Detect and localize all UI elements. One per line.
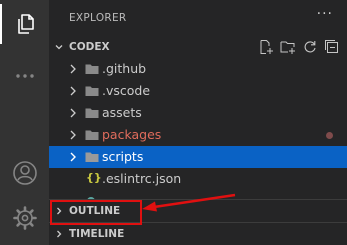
chevron-right-icon: [68, 129, 78, 144]
workspace-section-header[interactable]: CODEX: [49, 36, 347, 58]
explorer-title: EXPLORER: [69, 12, 127, 24]
workspace-actions: [257, 39, 341, 55]
more-icon[interactable]: [0, 56, 49, 96]
chevron-right-icon: [68, 63, 78, 78]
activity-bar: [0, 0, 49, 245]
tree-item-label: .vscode: [102, 83, 151, 98]
tree-item-eslintrc-json[interactable]: {} .eslintrc.json: [49, 168, 347, 190]
tree-item-scripts[interactable]: scripts: [49, 146, 347, 168]
chevron-down-icon: [49, 42, 69, 52]
chevron-right-icon: [49, 229, 69, 239]
new-file-icon[interactable]: [257, 39, 275, 55]
refresh-icon[interactable]: [301, 39, 319, 55]
modified-indicator-dot: [326, 132, 333, 139]
annotation-highlight-box: [50, 200, 142, 225]
tree-item-label: .github: [102, 61, 147, 76]
chevron-right-icon: [68, 151, 78, 166]
tree-item-github[interactable]: .github: [49, 58, 347, 80]
timeline-section-header[interactable]: TIMELINE: [49, 223, 347, 245]
views-more-button[interactable]: ···: [317, 6, 333, 22]
settings-gear-icon[interactable]: [0, 198, 49, 238]
tree-item-label: assets: [102, 105, 142, 120]
folder-icon: [85, 151, 99, 166]
accounts-icon[interactable]: [0, 153, 49, 193]
folder-icon: [85, 85, 99, 100]
tree-item-label: scripts: [102, 149, 144, 164]
folder-icon: [85, 107, 99, 122]
tree-item-label: packages: [102, 127, 162, 142]
tree-item-packages[interactable]: packages: [49, 124, 347, 146]
explorer-header: EXPLORER ···: [49, 0, 347, 36]
folder-icon: [85, 63, 99, 78]
new-folder-icon[interactable]: [279, 39, 297, 55]
tree-item-assets[interactable]: assets: [49, 102, 347, 124]
chevron-right-icon: [68, 107, 78, 122]
annotation-arrow: [142, 193, 236, 212]
explorer-icon[interactable]: [0, 4, 49, 44]
chevron-right-icon: [68, 85, 78, 100]
timeline-section-label: TIMELINE: [69, 228, 125, 240]
folder-icon: [85, 129, 99, 144]
json-file-icon: {}: [86, 171, 102, 184]
collapse-all-icon[interactable]: [323, 39, 341, 55]
workspace-name: CODEX: [69, 41, 110, 53]
tree-item-label: .eslintrc.json: [102, 171, 182, 186]
tree-item-vscode[interactable]: .vscode: [49, 80, 347, 102]
